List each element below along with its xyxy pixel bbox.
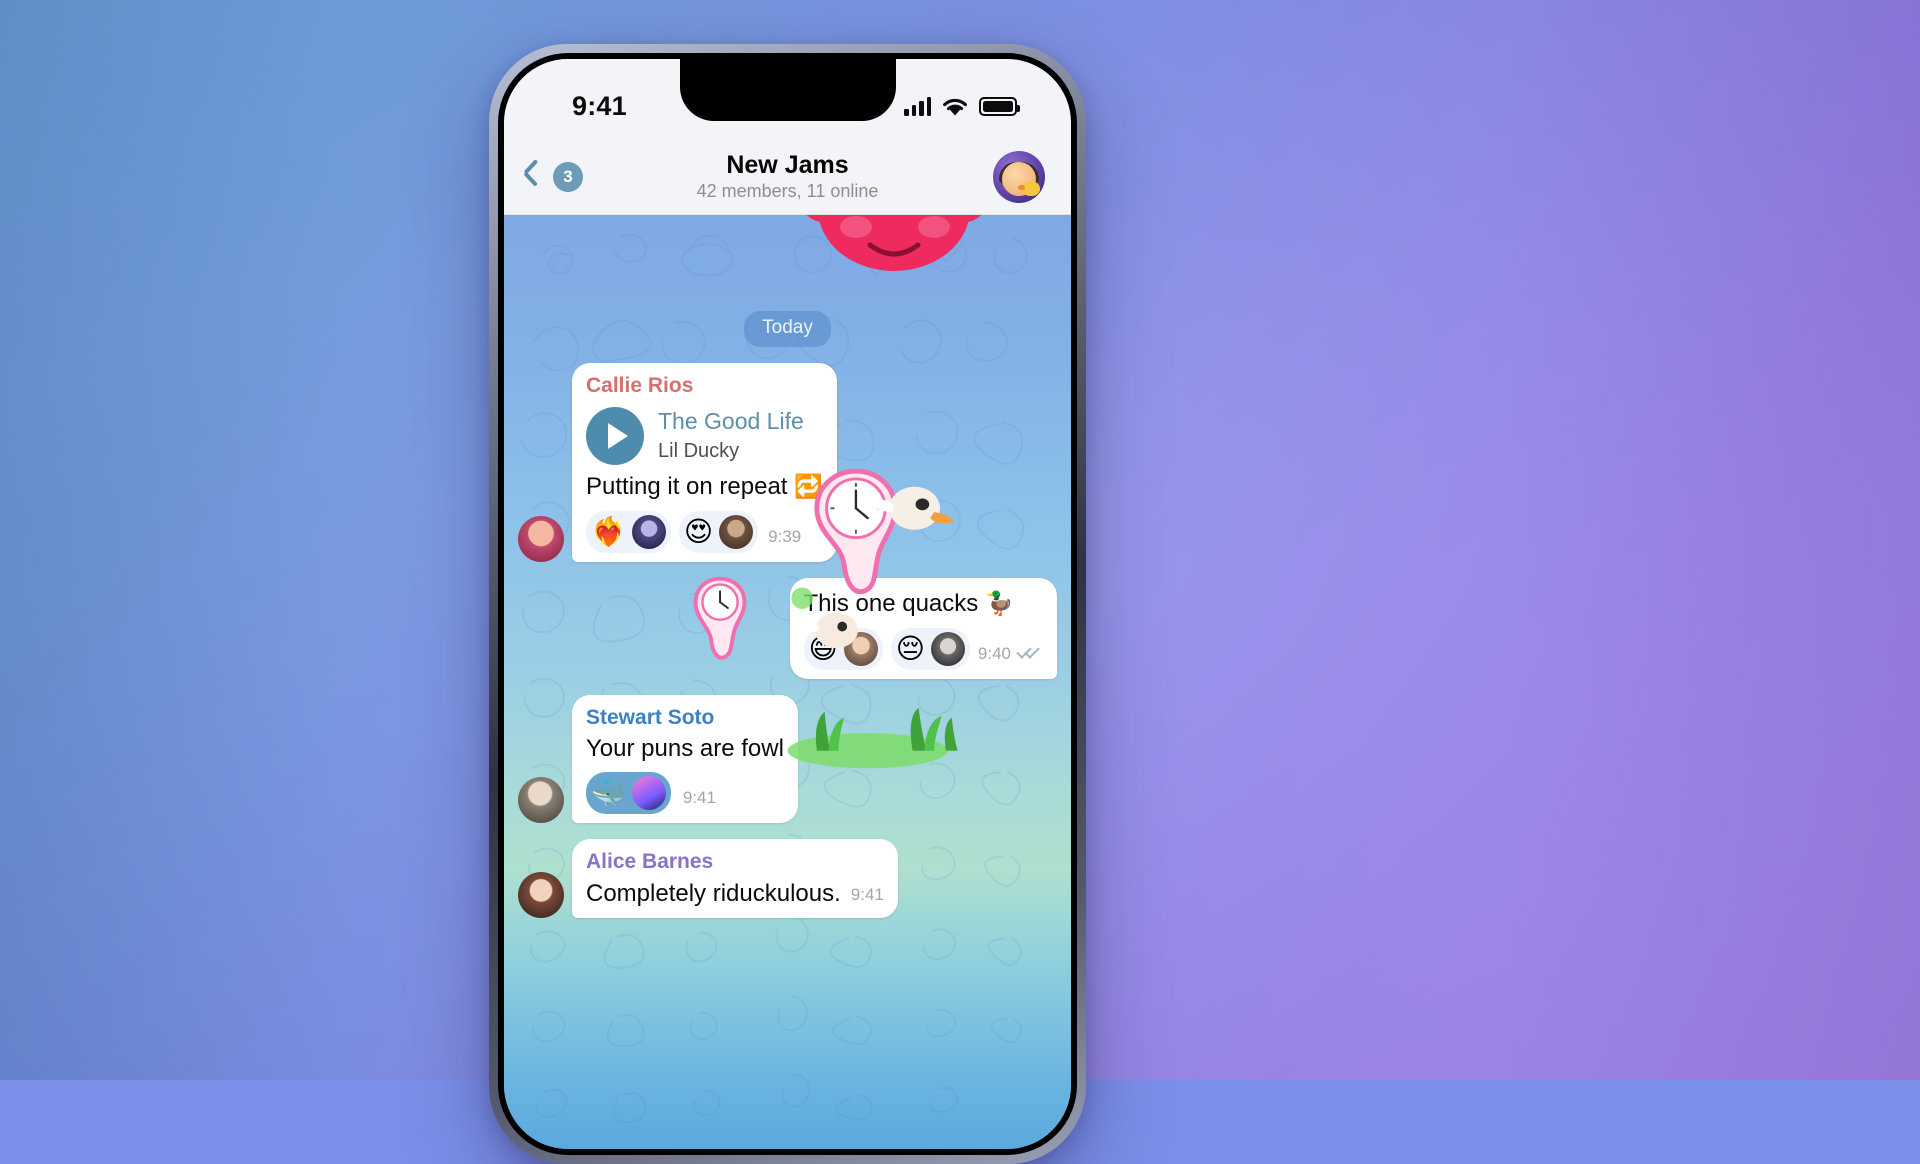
message-sender: Stewart Soto [586, 705, 784, 731]
text-and-time: Completely riduckulous. 9:41 [586, 878, 884, 909]
wifi-icon [941, 96, 969, 117]
phone-notch [680, 59, 896, 121]
reaction-chip[interactable]: 😅 [804, 628, 883, 670]
phone-screen: 9:41 3 [504, 59, 1071, 1149]
phone-bezel: 9:41 3 [498, 53, 1077, 1155]
message-time: 9:41 [851, 885, 884, 905]
reaction-chip[interactable]: ❤️‍🔥 [586, 511, 671, 553]
reaction-emoji: 😅 [809, 635, 838, 663]
play-button[interactable] [586, 407, 644, 465]
message-list[interactable]: Today Callie Rios The Good Life Lil Duck… [504, 215, 1071, 1149]
reaction-avatar [632, 776, 666, 810]
cellular-signal-icon [904, 97, 931, 116]
message-bubble[interactable]: Callie Rios The Good Life Lil Ducky Putt… [572, 363, 837, 562]
reactions-and-time: 🐳 9:41 [586, 764, 784, 814]
message-time: 9:40 [978, 644, 1011, 664]
chat-header: 3 New Jams 42 members, 11 online [504, 139, 1071, 215]
message-text: Completely riduckulous. [586, 878, 841, 909]
reaction-chip[interactable]: 😍 [679, 511, 758, 553]
reactions[interactable]: 🐳 [586, 772, 671, 814]
reactions-and-time: ❤️‍🔥 😍 9:39 [586, 503, 823, 553]
background-edge-left [0, 0, 340, 1080]
repeat-emoji: 🔁 [794, 474, 823, 500]
avatar[interactable] [518, 872, 564, 918]
message-bubble[interactable]: This one quacks 🦆 😅 [790, 578, 1058, 679]
status-indicators [904, 96, 1029, 117]
track-title: The Good Life [658, 408, 804, 436]
back-button[interactable]: 3 [522, 160, 583, 194]
message-row-quacks: This one quacks 🦆 😅 [504, 578, 1071, 679]
message-sender: Callie Rios [586, 373, 823, 399]
play-icon [608, 423, 628, 449]
reaction-emoji: 🐳 [591, 779, 626, 807]
reaction-avatar [931, 632, 965, 666]
message-time: 9:41 [683, 788, 716, 808]
reaction-emoji: ❤️‍🔥 [591, 518, 626, 546]
status-time: 9:41 [572, 91, 627, 122]
message-text: Putting it on repeat [586, 473, 787, 500]
reaction-chip[interactable]: 😔 [891, 628, 970, 670]
chat-header-titles: New Jams 42 members, 11 online [504, 151, 1071, 203]
message-text-row: This one quacks 🦆 [804, 588, 1044, 620]
message-text: This one quacks [804, 590, 979, 617]
message-text-row: Putting it on repeat 🔁 [586, 471, 823, 503]
chat-title: New Jams [504, 151, 1071, 180]
message-bubble[interactable]: Stewart Soto Your puns are fowl 🐳 9:41 [572, 695, 798, 823]
reaction-emoji: 😔 [896, 635, 925, 663]
message-status-row: 9:40 [978, 644, 1043, 664]
audio-attachment[interactable]: The Good Life Lil Ducky [586, 407, 823, 465]
message-row-music: Callie Rios The Good Life Lil Ducky Putt… [504, 363, 1071, 562]
chevron-left-icon [522, 160, 544, 194]
reaction-avatar [632, 515, 666, 549]
avatar[interactable] [518, 516, 564, 562]
message-text: Your puns are fowl [586, 733, 784, 764]
message-row-puns: Stewart Soto Your puns are fowl 🐳 9:41 [504, 695, 1071, 823]
reaction-avatar [719, 515, 753, 549]
chat-area[interactable]: Today Callie Rios The Good Life Lil Duck… [504, 215, 1071, 1149]
reaction-avatar [844, 632, 878, 666]
message-time: 9:39 [768, 527, 801, 547]
reactions[interactable]: ❤️‍🔥 😍 [586, 511, 758, 553]
double-check-icon [1017, 647, 1043, 661]
track-artist: Lil Ducky [658, 438, 804, 464]
reaction-emoji: 😍 [684, 518, 713, 546]
avatar[interactable] [518, 777, 564, 823]
message-sender: Alice Barnes [586, 849, 884, 875]
chat-subtitle: 42 members, 11 online [504, 181, 1071, 202]
date-divider: Today [744, 311, 831, 347]
profile-avatar[interactable] [993, 151, 1045, 203]
battery-icon [979, 97, 1017, 116]
pink-character-sticker [794, 215, 994, 299]
reactions[interactable]: 😅 😔 [804, 628, 970, 670]
unread-count-badge: 3 [553, 162, 583, 192]
phone-mockup: 9:41 3 [489, 44, 1086, 1164]
track-info: The Good Life Lil Ducky [658, 408, 804, 464]
background-edge-right [1500, 0, 1920, 1080]
reaction-chip[interactable]: 🐳 [586, 772, 671, 814]
duck-emoji: 🦆 [985, 591, 1014, 617]
message-row-riduckulous: Alice Barnes Completely riduckulous. 9:4… [504, 839, 1071, 917]
duck-icon [1022, 181, 1040, 196]
message-bubble[interactable]: Alice Barnes Completely riduckulous. 9:4… [572, 839, 898, 917]
reactions-and-time: 😅 😔 9:40 [804, 620, 1044, 670]
